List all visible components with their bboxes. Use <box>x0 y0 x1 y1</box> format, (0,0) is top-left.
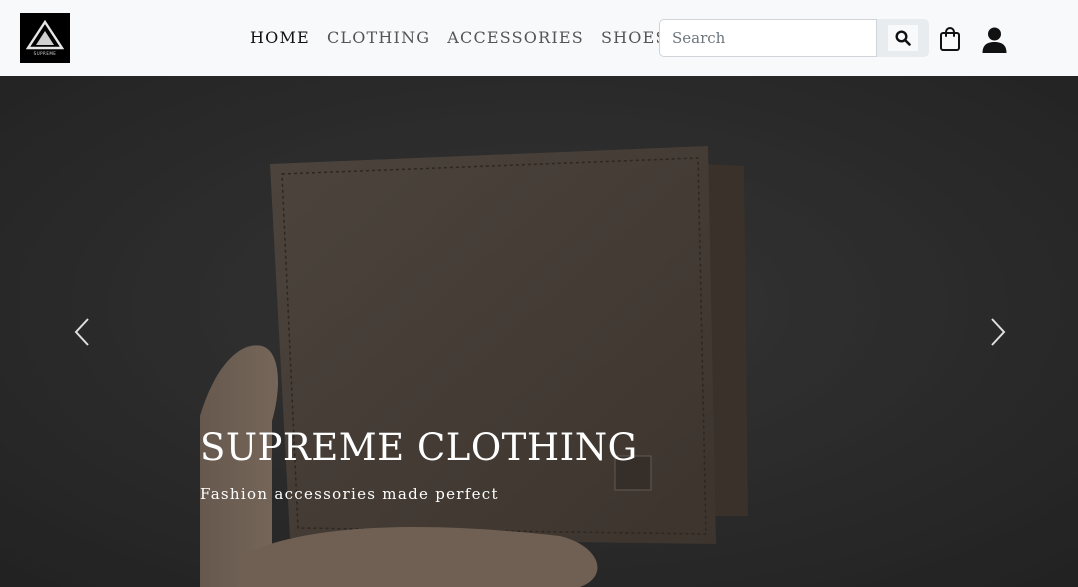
carousel-prev-button[interactable] <box>70 316 94 348</box>
hero-subtitle: Fashion accessories made perfect <box>200 485 499 503</box>
shopping-bag-icon[interactable] <box>939 26 961 52</box>
nav-accessories-link[interactable]: ACCESSORIES <box>447 28 584 48</box>
user-icon[interactable] <box>982 26 1007 54</box>
search-form <box>659 19 929 57</box>
navbar: SUPREME HOME CLOTHING ACCESSORIES SHOES <box>0 0 1078 76</box>
hero-title: SUPREME CLOTHING <box>200 426 638 469</box>
triangle-logo-icon <box>26 20 64 50</box>
search-icon <box>888 25 918 51</box>
chevron-right-icon <box>991 318 1006 346</box>
hero-caption: SUPREME CLOTHING Fashion accessories mad… <box>200 426 638 504</box>
nav-home-link[interactable]: HOME <box>250 28 310 48</box>
search-button[interactable] <box>877 19 929 57</box>
hero-wallet-image <box>0 76 1078 587</box>
brand-logo[interactable]: SUPREME <box>20 13 70 63</box>
nav-shoes-link[interactable]: SHOES <box>601 28 668 48</box>
carousel-next-button[interactable] <box>986 316 1010 348</box>
search-input[interactable] <box>659 19 877 57</box>
hero-carousel: SUPREME CLOTHING Fashion accessories mad… <box>0 76 1078 587</box>
nav-clothing-link[interactable]: CLOTHING <box>327 28 430 48</box>
chevron-left-icon <box>74 318 89 346</box>
logo-text: SUPREME <box>33 51 57 56</box>
main-nav: HOME CLOTHING ACCESSORIES SHOES <box>250 28 685 48</box>
